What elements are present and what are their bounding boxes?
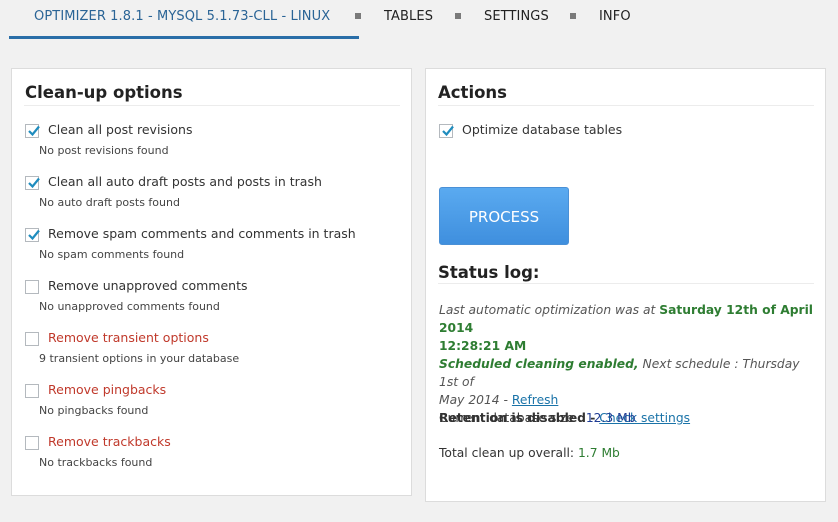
spam-comments-label[interactable]: Remove spam comments and comments in tra… — [48, 226, 356, 241]
scheduled-enabled: Scheduled cleaning enabled, — [439, 357, 639, 371]
actions-panel: Actions Optimize database tables PROCESS… — [425, 68, 826, 502]
pingbacks-status: No pingbacks found — [39, 404, 149, 417]
tab-separator — [570, 13, 576, 19]
process-button[interactable]: PROCESS — [439, 187, 569, 245]
top-tab-bar: OPTIMIZER 1.8.1 - MYSQL 5.1.73-CLL - LIN… — [0, 0, 838, 40]
pingbacks-checkbox[interactable] — [25, 384, 39, 398]
cleanup-options-panel: Clean-up options Clean all post revision… — [11, 68, 412, 496]
cleanup-options-title: Clean-up options — [25, 83, 183, 102]
transient-options-status: 9 transient options in your database — [39, 352, 240, 365]
unapproved-comments-label[interactable]: Remove unapproved comments — [48, 278, 247, 293]
optimize-tables-label[interactable]: Optimize database tables — [462, 122, 622, 137]
trackbacks-checkbox[interactable] — [25, 436, 39, 450]
post-revisions-label[interactable]: Clean all post revisions — [48, 122, 193, 137]
tab-info[interactable]: INFO — [599, 0, 631, 36]
pingbacks-label[interactable]: Remove pingbacks — [48, 382, 166, 397]
db-size-label: Current database size : — [439, 411, 582, 425]
tab-settings[interactable]: SETTINGS — [484, 0, 549, 36]
optimize-tables-checkbox[interactable] — [439, 124, 454, 138]
last-run-time: 12:28:21 AM — [439, 339, 527, 353]
db-size-line: Current database size : 12.3 Mb — [439, 409, 636, 427]
transient-options-label[interactable]: Remove transient options — [48, 330, 209, 345]
actions-title: Actions — [438, 83, 507, 102]
post-revisions-status: No post revisions found — [39, 144, 169, 157]
schedule-line: Scheduled cleaning enabled, Next schedul… — [439, 355, 819, 391]
unapproved-comments-status: No unapproved comments found — [39, 300, 220, 313]
trackbacks-status: No trackbacks found — [39, 456, 153, 469]
status-log-title: Status log: — [438, 263, 540, 282]
last-run-line: Last automatic optimization was at Satur… — [439, 301, 819, 337]
auto-drafts-checkbox[interactable] — [25, 176, 40, 190]
tab-separator — [455, 13, 461, 19]
schedule-line-2: May 2014 - Refresh — [439, 391, 819, 409]
checkmark-icon — [28, 125, 40, 137]
post-revisions-checkbox[interactable] — [25, 124, 40, 138]
spam-comments-status: No spam comments found — [39, 248, 185, 261]
checkmark-icon — [442, 125, 454, 137]
tab-optimizer[interactable]: OPTIMIZER 1.8.1 - MYSQL 5.1.73-CLL - LIN… — [34, 0, 330, 36]
active-tab-underline — [9, 36, 359, 39]
transient-options-checkbox[interactable] — [25, 332, 39, 346]
title-divider — [24, 105, 400, 106]
next-schedule-part2: May 2014 - — [439, 393, 508, 407]
checkmark-icon — [28, 177, 40, 189]
tab-separator — [355, 13, 361, 19]
total-cleanup-label: Total clean up overall: — [439, 446, 575, 460]
tab-tables[interactable]: TABLES — [384, 0, 433, 36]
last-run-time-line: 12:28:21 AM — [439, 337, 819, 355]
spam-comments-checkbox[interactable] — [25, 228, 40, 242]
db-size-value: 12.3 Mb — [585, 411, 636, 425]
auto-drafts-label[interactable]: Clean all auto draft posts and posts in … — [48, 174, 322, 189]
checkmark-icon — [28, 229, 40, 241]
refresh-link[interactable]: Refresh — [512, 393, 558, 407]
total-cleanup-value: 1.7 Mb — [577, 446, 620, 460]
title-divider — [438, 105, 814, 106]
trackbacks-label[interactable]: Remove trackbacks — [48, 434, 171, 449]
auto-drafts-status: No auto draft posts found — [39, 196, 180, 209]
total-cleanup-line: Total clean up overall: 1.7 Mb — [439, 444, 620, 462]
unapproved-comments-checkbox[interactable] — [25, 280, 39, 294]
status-divider — [438, 283, 814, 284]
last-run-prefix: Last automatic optimization was at — [439, 303, 656, 317]
